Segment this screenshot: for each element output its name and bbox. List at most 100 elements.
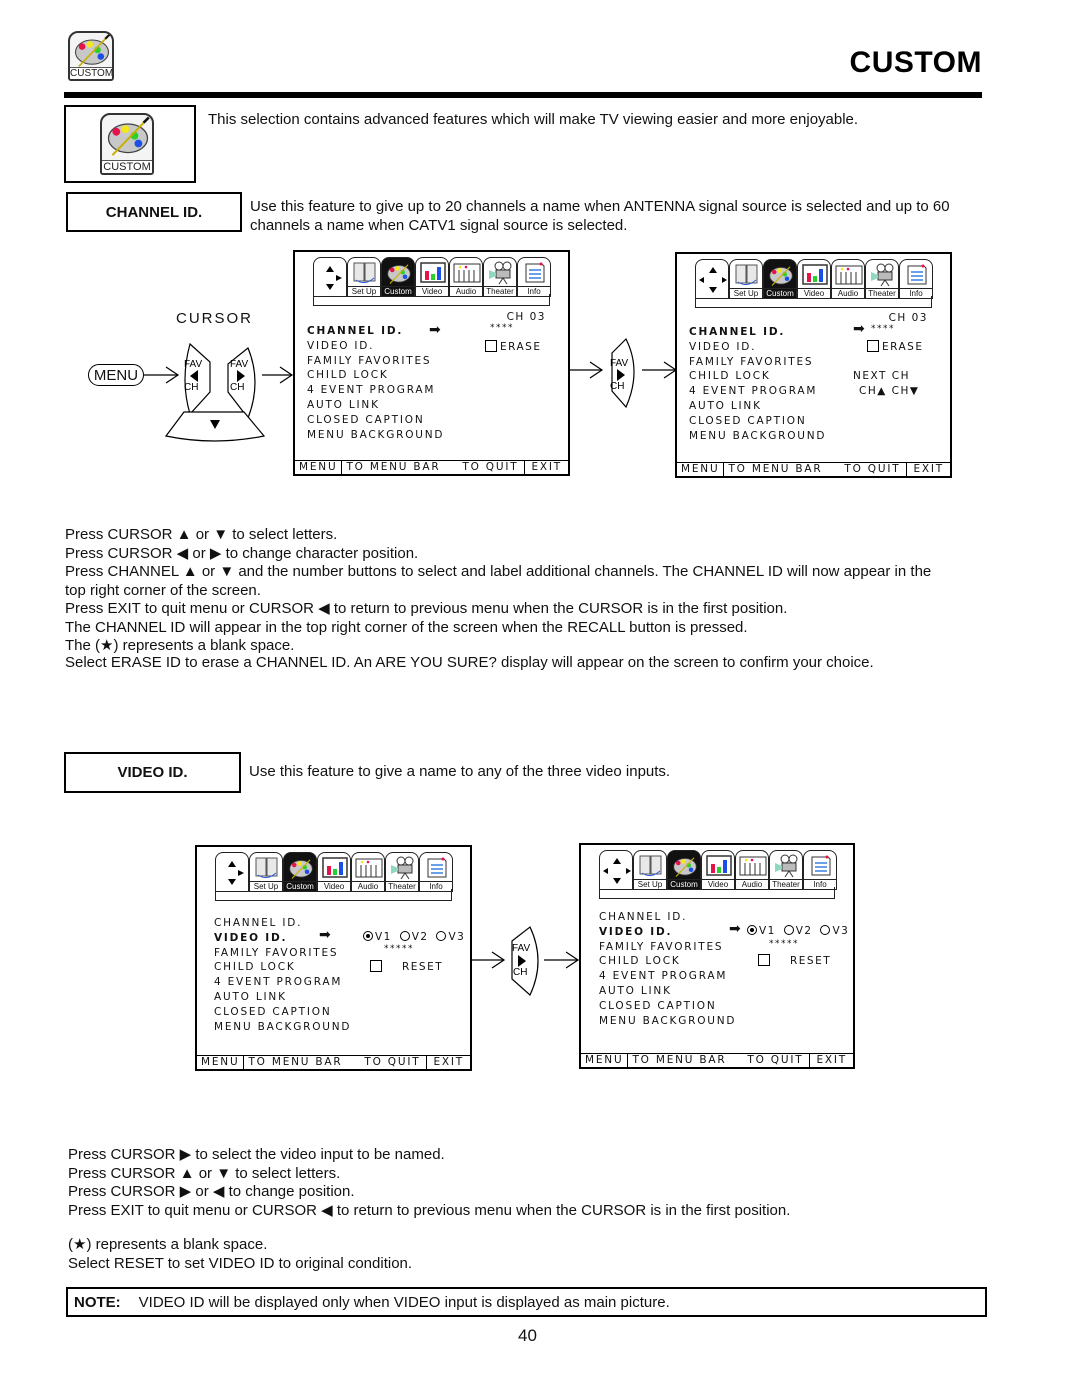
cursor-right-button[interactable]: FAV CH [511,926,539,996]
footer-exit: EXIT [809,1054,853,1067]
reset-option[interactable]: RESET [758,954,831,967]
tab-video[interactable]: Video [317,852,351,892]
tab-cursor-nav[interactable] [313,257,347,297]
menu-item-child-lock[interactable]: CHILD LOCK [214,960,351,975]
menu-item-auto-link[interactable]: AUTO LINK [214,990,351,1005]
menu-item-menu-background[interactable]: MENU BACKGROUND [214,1020,351,1035]
arrow-right-icon [144,366,180,384]
tab-cursor-nav[interactable] [215,852,249,892]
menu-item-video-id[interactable]: VIDEO ID. [689,340,826,355]
tab-custom[interactable]: Custom [667,850,701,890]
menu-item-auto-link[interactable]: AUTO LINK [689,399,826,414]
arrow-right-icon [570,361,604,379]
tab-cursor-nav[interactable] [695,259,729,299]
menu-item-4-event-program[interactable]: 4 EVENT PROGRAM [307,383,444,398]
cursor-left-button[interactable]: FAV CH [184,342,211,416]
tab-info[interactable]: Info [419,852,453,892]
svg-text:CH: CH [230,382,244,393]
reset-checkbox[interactable] [370,960,382,972]
tab-set-up[interactable]: Set Up [347,257,381,297]
menu-item-channel-id[interactable]: CHANNEL ID. [689,325,826,340]
erase-checkbox[interactable] [867,340,879,352]
tab-cursor-nav[interactable] [599,850,633,890]
svg-text:FAV: FAV [512,943,530,954]
tab-theater[interactable]: Theater [385,852,419,892]
menu-item-video-id[interactable]: VIDEO ID. [599,925,736,940]
footer-to-menu-bar: TO MENU BAR [632,1054,727,1066]
menu-item-menu-background[interactable]: MENU BACKGROUND [689,429,826,444]
tab-video[interactable]: Video [701,850,735,890]
radio-v3[interactable] [820,925,831,935]
channel-id-value[interactable]: **** [871,324,895,334]
tab-audio[interactable]: Audio [351,852,385,892]
menu-item-closed-caption[interactable]: CLOSED CAPTION [689,414,826,429]
video-id-value[interactable]: ***** [769,939,799,949]
menu-item-family-favorites[interactable]: FAMILY FAVORITES [214,946,351,961]
menu-item-channel-id[interactable]: CHANNEL ID. [307,324,444,339]
footer-to-menu-bar: TO MENU BAR [728,463,823,475]
video-id-description: Use this feature to give a name to any o… [249,763,671,780]
menu-item-child-lock[interactable]: CHILD LOCK [599,954,736,969]
tab-set-up[interactable]: Set Up [249,852,283,892]
tab-info[interactable]: Info [517,257,551,297]
cursor-down-button[interactable] [164,411,266,442]
tab-info[interactable]: Info [899,259,933,299]
radio-v2[interactable] [783,925,794,935]
tab-theater[interactable]: Theater [483,257,517,297]
radio-v1[interactable] [363,931,373,941]
menu-item-child-lock[interactable]: CHILD LOCK [689,369,826,384]
info-document-icon [525,262,545,283]
menu-item-auto-link[interactable]: AUTO LINK [599,984,736,999]
erase-option[interactable]: ERASE [867,340,924,353]
tab-theater[interactable]: Theater [769,850,803,890]
pointer-arrow-icon: ➡ [319,927,333,943]
remote-right-cluster: FAV CH [570,337,678,409]
menu-button[interactable]: MENU [88,364,144,386]
channel-id-value[interactable]: **** [490,323,514,333]
reset-label: RESET [402,961,444,973]
note-text: VIDEO ID will be displayed only when VID… [138,1293,670,1311]
tab-custom[interactable]: Custom [283,852,317,892]
cursor-right-button[interactable]: FAV CH [610,337,635,409]
menu-item-video-id[interactable]: VIDEO ID. [307,339,444,354]
tab-custom[interactable]: Custom [763,259,797,299]
tab-audio[interactable]: Audio [735,850,769,890]
erase-option[interactable]: ERASE [485,340,542,353]
menu-item-family-favorites[interactable]: FAMILY FAVORITES [689,355,826,370]
reset-checkbox[interactable] [758,954,770,966]
tab-audio[interactable]: Audio [449,257,483,297]
cursor-right-button[interactable]: FAV CH [227,347,256,420]
reset-option[interactable]: RESET [370,960,443,973]
tab-info[interactable]: Info [803,850,837,890]
menu-item-child-lock[interactable]: CHILD LOCK [307,368,444,383]
radio-v2[interactable] [399,931,410,941]
menu-item-4-event-program[interactable]: 4 EVENT PROGRAM [689,384,826,399]
tab-set-up[interactable]: Set Up [729,259,763,299]
tab-video[interactable]: Video [415,257,449,297]
erase-checkbox[interactable] [485,340,497,352]
menu-item-closed-caption[interactable]: CLOSED CAPTION [599,999,736,1014]
tab-set-up[interactable]: Set Up [633,850,667,890]
tab-video[interactable]: Video [797,259,831,299]
menu-item-menu-background[interactable]: MENU BACKGROUND [599,1014,736,1029]
instruction-line: top right corner of the screen. [65,581,261,599]
menu-item-4-event-program[interactable]: 4 EVENT PROGRAM [214,975,351,990]
menu-item-auto-link[interactable]: AUTO LINK [307,398,444,413]
radio-v3[interactable] [436,931,447,941]
menu-item-closed-caption[interactable]: CLOSED CAPTION [214,1005,351,1020]
setup-icon [353,262,376,284]
menu-item-family-favorites[interactable]: FAMILY FAVORITES [599,940,736,955]
tab-custom[interactable]: Custom [381,257,415,297]
menu-item-family-favorites[interactable]: FAMILY FAVORITES [307,354,444,369]
fav-label: FAV [184,359,202,370]
tab-theater[interactable]: Theater [865,259,899,299]
video-id-value[interactable]: ***** [384,944,414,954]
menu-item-4-event-program[interactable]: 4 EVENT PROGRAM [599,969,736,984]
radio-v1[interactable] [747,925,757,935]
menu-item-channel-id[interactable]: CHANNEL ID. [599,910,736,925]
menu-item-closed-caption[interactable]: CLOSED CAPTION [307,413,444,428]
menu-item-menu-background[interactable]: MENU BACKGROUND [307,428,444,443]
tab-audio[interactable]: Audio [831,259,865,299]
instruction-line: Press CURSOR ▲ or ▼ to select letters. [68,1164,341,1182]
svg-text:FAV: FAV [610,358,628,369]
